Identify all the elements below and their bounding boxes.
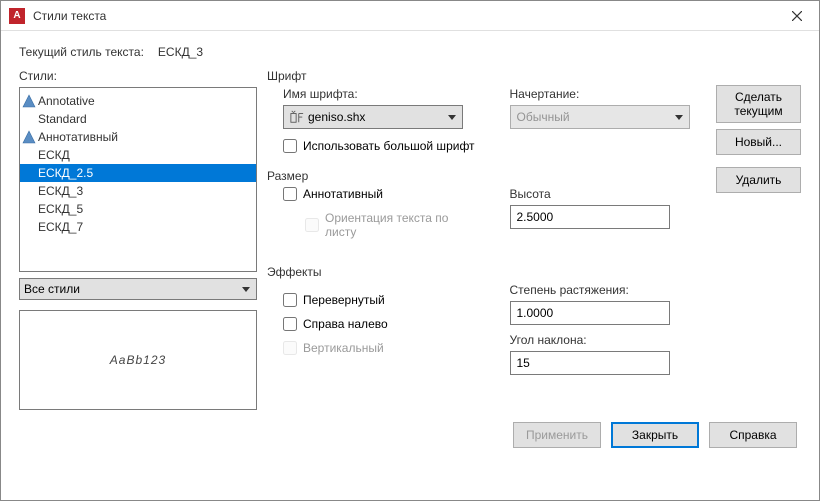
backwards-row[interactable]: Справа налево (283, 317, 480, 331)
styles-list-item-label: ЕСКД_3 (38, 184, 83, 198)
match-orientation-row: Ориентация текста по листу (305, 211, 480, 239)
titlebar: A Стили текста (1, 1, 819, 31)
new-style-button[interactable]: Новый... (716, 129, 801, 155)
delete-style-button[interactable]: Удалить (716, 167, 801, 193)
width-factor-label: Степень растяжения: (510, 283, 707, 297)
font-style-label: Начертание: (510, 87, 707, 101)
close-window-button[interactable] (774, 1, 819, 31)
font-name-dropdown[interactable]: geniso.shx (283, 105, 463, 129)
vertical-label: Вертикальный (303, 341, 384, 355)
annotative-checkbox-row[interactable]: Аннотативный (283, 187, 480, 201)
styles-list-item-label: ЕСКД_2.5 (38, 166, 93, 180)
app-icon: A (9, 8, 25, 24)
preview-text: AaBb123 (110, 353, 166, 367)
bigfont-checkbox[interactable] (283, 139, 297, 153)
styles-list-item[interactable]: ЕСКД_7 (20, 218, 256, 236)
oblique-input[interactable] (510, 351, 670, 375)
styles-filter-value: Все стили (24, 282, 80, 296)
annotative-icon (22, 94, 36, 108)
window-title: Стили текста (33, 9, 774, 23)
width-factor-input[interactable] (510, 301, 670, 325)
vertical-row: Вертикальный (283, 341, 480, 355)
backwards-label: Справа налево (303, 317, 388, 331)
styles-filter-dropdown[interactable]: Все стили (19, 278, 257, 300)
bigfont-label: Использовать большой шрифт (303, 139, 475, 153)
bigfont-checkbox-row[interactable]: Использовать большой шрифт (283, 139, 706, 153)
styles-list-item[interactable]: Standard (20, 110, 256, 128)
current-style-value: ЕСКД_3 (158, 45, 203, 59)
styles-list-item-label: ЕСКД_7 (38, 220, 83, 234)
oblique-label: Угол наклона: (510, 333, 707, 347)
font-name-value: geniso.shx (308, 110, 365, 124)
styles-list-item[interactable]: Annotative (20, 92, 256, 110)
effects-section: Эффекты Перевернутый Справа налево (267, 265, 706, 375)
styles-list-item[interactable]: ЕСКД_3 (20, 182, 256, 200)
styles-list-item[interactable]: ЕСКД_2.5 (20, 164, 256, 182)
annotative-icon (22, 130, 36, 144)
font-style-dropdown: Обычный (510, 105, 690, 129)
current-style-label: Текущий стиль текста: (19, 45, 144, 59)
match-orientation-checkbox (305, 218, 319, 232)
styles-list-item-label: Standard (38, 112, 87, 126)
annotative-checkbox[interactable] (283, 187, 297, 201)
match-orientation-label: Ориентация текста по листу (325, 211, 465, 239)
font-name-label: Имя шрифта: (283, 87, 480, 101)
styles-list-item[interactable]: ЕСКД_5 (20, 200, 256, 218)
styles-list-item-label: Аннотативный (38, 130, 118, 144)
styles-listbox[interactable]: Annotative Standard Аннотативный ЕСКД ЕСКД_2… (19, 87, 257, 272)
height-label: Высота (510, 187, 707, 201)
close-icon (792, 11, 802, 21)
close-button[interactable]: Закрыть (611, 422, 699, 448)
styles-list-item-label: Annotative (38, 94, 95, 108)
font-style-value: Обычный (517, 110, 570, 124)
styles-label: Стили: (19, 69, 257, 83)
styles-list-item-label: ЕСКД_5 (38, 202, 83, 216)
apply-button: Применить (513, 422, 601, 448)
vertical-checkbox (283, 341, 297, 355)
upside-down-row[interactable]: Перевернутый (283, 293, 480, 307)
style-preview: AaBb123 (19, 310, 257, 410)
upside-down-checkbox[interactable] (283, 293, 297, 307)
size-section-title: Размер (267, 169, 706, 183)
styles-list-item[interactable]: Аннотативный (20, 128, 256, 146)
height-input[interactable] (510, 205, 670, 229)
backwards-checkbox[interactable] (283, 317, 297, 331)
font-section-title: Шрифт (267, 69, 706, 83)
set-current-button[interactable]: Сделать текущим (716, 85, 801, 123)
styles-list-item[interactable]: ЕСКД (20, 146, 256, 164)
font-section: Шрифт Имя шрифта: geniso.shx (267, 69, 706, 153)
current-style-row: Текущий стиль текста: ЕСКД_3 (19, 45, 801, 59)
size-section: Размер Аннотативный Ориентация текста по… (267, 169, 706, 249)
styles-list-item-label: ЕСКД (38, 148, 70, 162)
annotative-label: Аннотативный (303, 187, 383, 201)
upside-down-label: Перевернутый (303, 293, 385, 307)
effects-section-title: Эффекты (267, 265, 706, 279)
help-button[interactable]: Справка (709, 422, 797, 448)
shx-font-icon (290, 110, 304, 124)
